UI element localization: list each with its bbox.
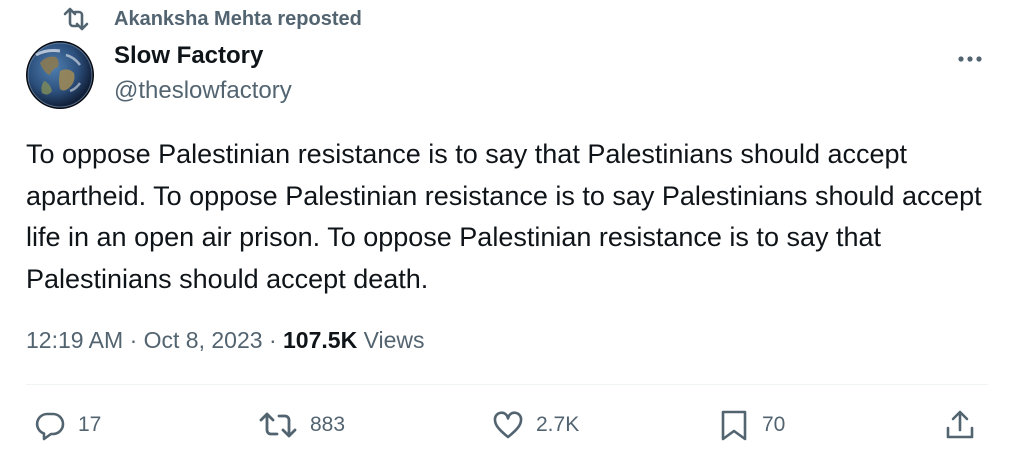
tweet-text: To oppose Palestinian resistance is to s… xyxy=(26,139,982,294)
divider xyxy=(26,384,988,385)
reply-count: 17 xyxy=(78,413,102,436)
repost-header[interactable]: Akanksha Mehta reposted xyxy=(63,6,362,32)
reply-icon xyxy=(35,412,65,441)
like-count: 2.7K xyxy=(536,413,580,436)
bookmark-button[interactable]: 70 xyxy=(718,404,785,446)
repost-icon xyxy=(259,412,297,438)
repost-count: 883 xyxy=(310,413,346,436)
bookmark-count: 70 xyxy=(762,413,786,436)
repost-button[interactable]: 883 xyxy=(258,404,345,446)
meta-separator: · xyxy=(123,326,144,353)
share-button[interactable] xyxy=(944,404,976,446)
bookmark-icon xyxy=(721,410,747,441)
repost-indicator-icon xyxy=(63,7,89,31)
more-horizontal-icon xyxy=(958,56,982,62)
avatar[interactable] xyxy=(26,41,94,109)
author-name[interactable]: Slow Factory xyxy=(114,42,263,70)
heart-icon xyxy=(493,411,523,439)
views-label: Views xyxy=(357,326,425,353)
tweet-time[interactable]: 12:19 AM xyxy=(26,327,123,354)
share-icon xyxy=(946,410,974,439)
meta-separator: · xyxy=(262,326,284,353)
tweet-date[interactable]: Oct 8, 2023 xyxy=(144,327,263,354)
earth-globe-avatar-icon xyxy=(26,41,94,109)
tweet-meta: 12:19 AM · Oct 8, 2023 · 107.5K Views xyxy=(26,323,425,357)
repost-header-text: Akanksha Mehta reposted xyxy=(114,7,362,30)
tweet-card: Akanksha Mehta reposted Slow Factory @th… xyxy=(0,0,1023,457)
like-button[interactable]: 2.7K xyxy=(492,404,579,446)
reply-button[interactable]: 17 xyxy=(34,404,101,446)
author-handle[interactable]: @theslowfactory xyxy=(114,77,292,105)
more-options-button[interactable] xyxy=(953,46,987,72)
views-count: 107.5K xyxy=(283,326,358,353)
